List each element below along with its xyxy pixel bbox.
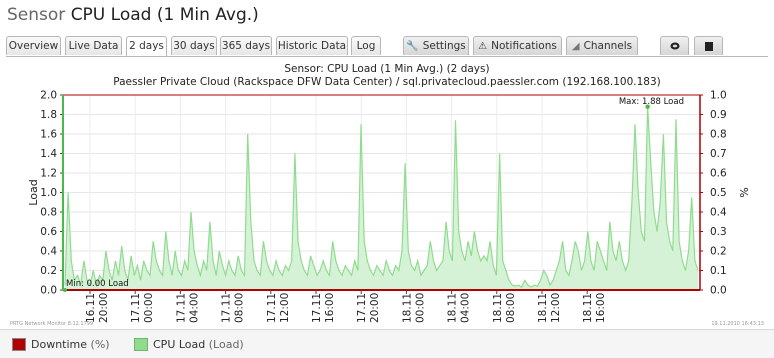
y-tick-right: 0.4 [710,207,727,219]
cpu-load-chart: 0.0 0.0 0.2 0.1 0.4 0.2 0.6 0.3 0.8 0.4 1.0 0.5 1.2 0… [27,90,750,324]
x-tick-label: 17.1112:00 [266,293,291,323]
y-tick-right: 1.0 [710,90,727,102]
y-tick-left: 0.4 [40,246,57,258]
x-tick-label: 16.1120:00 [85,293,110,323]
y-tick-left: 0.0 [40,285,57,297]
x-tick-date: 17.11 [266,293,278,323]
x-tick-date: 18.11 [537,293,549,323]
x-tick-date: 17.11 [130,293,142,323]
legend-downtime[interactable]: Downtime (%) [12,338,110,351]
y-tick-left: 1.0 [40,187,57,199]
y-tick-left: 1.8 [40,109,57,121]
y-tick-left: 0.6 [40,226,57,238]
x-tick-label: 17.1108:00 [221,293,246,323]
legend-downtime-swatch [12,338,26,351]
legend-cpu-load-unit: (Load) [208,338,244,351]
y-tick-right: 0.6 [710,168,727,180]
x-tick-time: 20:00 [98,293,110,323]
y-tick-right: 0.9 [710,109,727,121]
x-tick-label: 18.1112:00 [537,293,562,323]
y-tick-left: 0.2 [40,265,57,277]
x-tick-time: 12:00 [279,293,291,323]
x-tick-time: 04:00 [188,293,200,323]
max-marker [645,104,650,109]
x-tick-label: 17.1120:00 [356,293,381,323]
x-tick-label: 18.1116:00 [582,293,607,323]
x-tick-time: 00:00 [414,293,426,323]
y-tick-right: 0.0 [710,285,727,297]
x-tick-time: 00:00 [143,293,155,323]
x-tick-time: 16:00 [324,293,336,323]
y-tick-right: 0.2 [710,246,727,258]
y-tick-left: 2.0 [40,90,57,102]
x-tick-label: 18.1100:00 [401,293,426,323]
y-tick-right: 0.1 [710,265,727,277]
x-tick-date: 18.11 [582,293,594,323]
y-tick-right: 0.5 [710,187,727,199]
y-axis-label-right: % [737,187,750,197]
min-marker [63,288,67,292]
legend-cpu-load-swatch [134,338,148,351]
x-tick-time: 08:00 [234,293,246,323]
x-tick-time: 20:00 [369,293,381,323]
y-tick-left: 0.8 [40,207,57,219]
footer-timestamp: 19.11.2010 16:43:13 [711,321,764,327]
x-tick-label: 17.1100:00 [130,293,155,323]
y-tick-right: 0.8 [710,129,727,141]
x-tick-label: 17.1104:00 [175,293,200,323]
x-tick-time: 08:00 [505,293,517,323]
y-tick-right: 0.7 [710,148,727,160]
x-tick-time: 04:00 [460,293,472,323]
y-tick-right: 0.3 [710,226,727,238]
x-tick-label: 17.1116:00 [311,293,336,323]
chart-legend: Downtime (%) CPU Load (Load) [0,329,774,358]
x-tick-label: 18.1104:00 [447,293,472,323]
x-tick-date: 17.11 [311,293,323,323]
x-tick-date: 17.11 [356,293,368,323]
x-tick-date: 17.11 [175,293,187,323]
x-tick-date: 17.11 [221,293,233,323]
x-tick-date: 18.11 [447,293,459,323]
x-tick-label: 18.1108:00 [492,293,517,323]
legend-downtime-label: Downtime [31,338,88,351]
x-tick-date: 16.11 [85,293,97,323]
footer-version: PRTG Network Monitor 8.12.1799 [10,321,94,327]
max-annotation: Max: 1.88 Load [619,97,684,107]
legend-downtime-unit: (%) [90,338,110,351]
x-tick-time: 12:00 [550,293,562,323]
legend-cpu-load[interactable]: CPU Load (Load) [134,338,244,351]
x-tick-date: 18.11 [492,293,504,323]
y-tick-left: 1.6 [40,129,57,141]
x-tick-time: 16:00 [595,293,607,323]
y-tick-left: 1.4 [40,148,57,160]
y-axis-label-left: Load [27,179,40,205]
legend-cpu-load-label: CPU Load [153,338,206,351]
min-annotation: Min: 0.00 Load [66,279,129,289]
x-tick-date: 18.11 [401,293,413,323]
y-tick-left: 1.2 [40,168,57,180]
chart-grid [63,94,700,291]
